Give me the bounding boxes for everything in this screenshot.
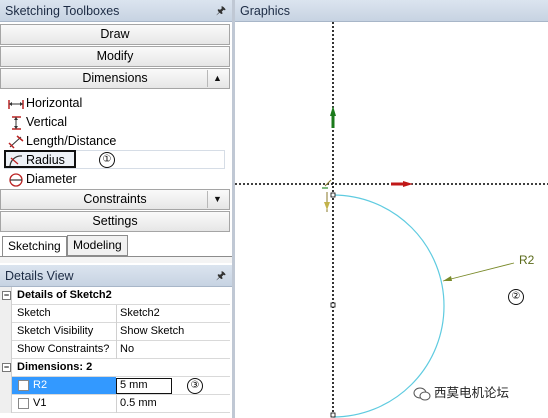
tabs-baseline: [0, 256, 232, 263]
toolbox-header: Sketching Toolboxes 🖈: [0, 0, 232, 22]
arc-midpoint: [330, 302, 336, 308]
radius-icon: [9, 155, 23, 166]
arc-vertex-bottom: [330, 412, 336, 418]
tool-vertical[interactable]: Vertical: [8, 113, 67, 131]
tool-diameter-label: Diameter: [26, 172, 77, 186]
tool-length-distance[interactable]: Length/Distance: [8, 132, 116, 150]
details-row-constraints[interactable]: Show Constraints? No: [0, 341, 230, 359]
x-axis-arrow-icon: [403, 181, 413, 187]
section-dimensions[interactable]: Dimensions ▲: [0, 68, 230, 89]
scroll-down-icon[interactable]: ▼: [207, 191, 227, 208]
watermark-text: 西莫电机论坛: [434, 386, 510, 400]
scroll-up-icon[interactable]: ▲: [207, 70, 227, 87]
pin-icon[interactable]: 🖈: [216, 0, 226, 22]
pin-icon[interactable]: 🖈: [216, 265, 226, 287]
wechat-icon: [413, 387, 431, 401]
length-distance-icon: [8, 135, 24, 149]
collapse-icon[interactable]: −: [2, 363, 11, 372]
arc-vertex-top: [330, 192, 336, 198]
details-row-visibility[interactable]: Sketch Visibility Show Sketch: [0, 323, 230, 341]
r2-value-field[interactable]: 5 mm: [116, 378, 172, 394]
details-grid: − Details of Sketch2 Sketch Sketch2 Sket…: [0, 287, 232, 418]
r2-leader-line: [442, 262, 515, 282]
tool-diameter[interactable]: Diameter: [8, 170, 77, 188]
tool-vertical-label: Vertical: [26, 115, 67, 129]
details-row-v1[interactable]: V1 0.5 mm: [0, 395, 230, 413]
toolbox-title: Sketching Toolboxes: [5, 4, 120, 18]
tool-length-distance-label: Length/Distance: [26, 134, 117, 148]
graphics-title: Graphics: [240, 4, 291, 18]
details-group-dimensions[interactable]: − Dimensions: 2: [0, 359, 230, 377]
section-modify[interactable]: Modify: [0, 46, 230, 67]
v1-checkbox[interactable]: [18, 398, 29, 409]
tool-horizontal[interactable]: Horizontal: [8, 94, 82, 112]
details-title: Details View: [5, 269, 74, 283]
annotation-1: ①: [99, 152, 115, 168]
section-constraints-label: Constraints: [83, 192, 147, 206]
vertical-dimension-icon: [12, 115, 21, 130]
details-header: Details View 🖈: [0, 265, 232, 287]
diameter-icon: [9, 173, 23, 187]
r2-checkbox[interactable]: [18, 380, 29, 391]
tool-radius[interactable]: Radius: [8, 151, 65, 169]
left-panel: Sketching Toolboxes 🖈 Draw Modify Dimens…: [0, 0, 232, 418]
watermark: 西莫电机论坛: [413, 382, 509, 401]
section-dimensions-label: Dimensions: [82, 71, 148, 85]
tab-modeling[interactable]: Modeling: [67, 235, 128, 256]
r2-dimension-label: R2: [519, 253, 535, 267]
section-draw[interactable]: Draw: [0, 24, 230, 45]
details-row-r2[interactable]: R2 5 mm ③: [0, 377, 230, 395]
tool-horizontal-label: Horizontal: [26, 96, 83, 110]
collapse-icon[interactable]: −: [2, 291, 11, 300]
tool-radius-label: Radius: [26, 153, 65, 167]
details-row-sketch[interactable]: Sketch Sketch2: [0, 305, 230, 323]
graphics-header: Graphics: [235, 0, 548, 22]
section-settings[interactable]: Settings: [0, 211, 230, 232]
y-axis-arrow-icon: [330, 106, 336, 116]
details-group-sketch[interactable]: − Details of Sketch2: [0, 287, 230, 305]
tab-sketching[interactable]: Sketching: [2, 236, 67, 257]
annotation-2: ②: [508, 289, 524, 305]
annotation-3: ③: [187, 378, 203, 394]
horizontal-dimension-icon: [8, 99, 24, 109]
graphics-pane[interactable]: Graphics R2 ② 西莫电机论坛: [235, 0, 548, 418]
section-constraints[interactable]: Constraints ▼: [0, 189, 230, 210]
graphics-canvas[interactable]: R2: [235, 22, 548, 418]
